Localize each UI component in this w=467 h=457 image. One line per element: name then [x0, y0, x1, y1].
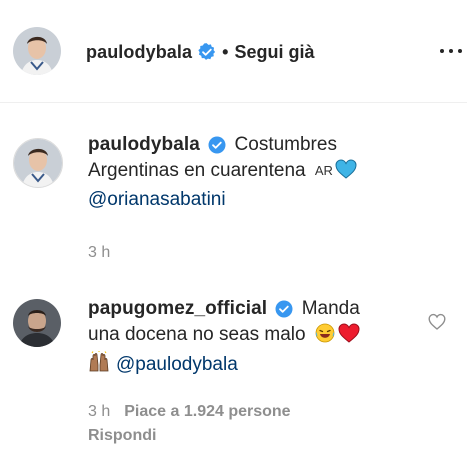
header-line: paulodybala • Segui già: [86, 39, 314, 65]
caption-text: paulodybala Costumbres Argentinas en cua…: [88, 132, 418, 213]
comment-text-line2: una docena no seas malo: [88, 324, 306, 345]
avatar[interactable]: [13, 27, 61, 75]
follow-button[interactable]: Segui già: [234, 42, 314, 63]
mention-link[interactable]: @orianasabatini: [88, 189, 226, 210]
avatar[interactable]: [13, 138, 63, 188]
timestamp[interactable]: 3 h: [88, 244, 110, 262]
argentina-flag-emoji: AR: [314, 163, 333, 178]
reply-button[interactable]: Rispondi: [88, 427, 156, 445]
post-header: paulodybala • Segui già: [0, 0, 467, 103]
username-link[interactable]: paulodybala: [86, 42, 192, 63]
blue-heart-icon: [335, 159, 357, 187]
username-link[interactable]: papugomez_official: [88, 298, 267, 319]
caption-text-line2: Argentinas en cuarentena: [88, 160, 306, 181]
separator-dot: •: [222, 41, 229, 62]
avatar[interactable]: [13, 299, 61, 347]
caption-meta: 3 h: [88, 244, 110, 262]
mention-link[interactable]: @paulodybala: [116, 354, 238, 375]
caption-text-line1: Costumbres: [234, 134, 337, 155]
laughing-face-icon: [315, 323, 335, 351]
verified-badge-icon: [275, 300, 293, 318]
like-heart-icon[interactable]: [428, 313, 446, 331]
more-dot: [440, 49, 444, 53]
verified-badge-icon: [198, 43, 216, 61]
verified-badge-icon: [208, 136, 226, 154]
raising-hands-icon: [88, 350, 110, 381]
red-heart-icon: [338, 323, 360, 351]
more-options-icon[interactable]: [440, 45, 462, 57]
comment-meta: 3 h Piace a 1.924 persone: [88, 403, 291, 421]
likes-count[interactable]: Piace a 1.924 persone: [124, 403, 290, 421]
more-dot: [449, 49, 453, 53]
more-dot: [458, 49, 462, 53]
comment-text-line1: Manda: [301, 298, 360, 319]
username-link[interactable]: paulodybala: [88, 134, 200, 155]
timestamp[interactable]: 3 h: [88, 403, 110, 421]
comment-text: papugomez_official Manda una docena no s…: [88, 296, 418, 381]
